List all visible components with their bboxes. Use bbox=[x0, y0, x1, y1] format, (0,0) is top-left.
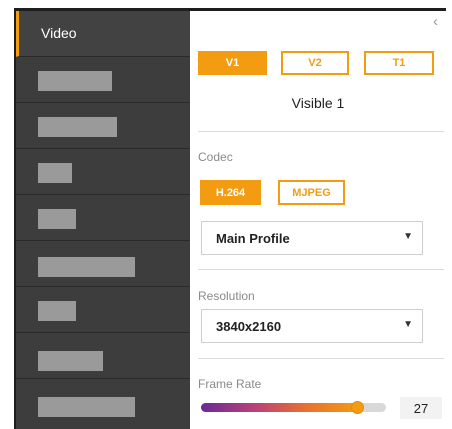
redacted-label bbox=[38, 209, 76, 229]
stream-caption: Visible 1 bbox=[291, 95, 345, 111]
redacted-label bbox=[38, 71, 112, 91]
redacted-label bbox=[38, 301, 76, 321]
redacted-label bbox=[38, 351, 103, 371]
profile-select[interactable]: Main Profile ▼ bbox=[201, 221, 423, 255]
codec-h264-label: H.264 bbox=[215, 186, 246, 199]
stream-v2-button[interactable]: V2 bbox=[281, 51, 349, 75]
divider bbox=[198, 358, 444, 359]
chevron-down-icon: ▼ bbox=[403, 231, 413, 242]
chevron-down-icon: ▼ bbox=[403, 319, 413, 330]
divider bbox=[198, 269, 444, 270]
codec-h264-button[interactable]: H.264 bbox=[200, 180, 261, 205]
codec-mjpeg-label: MJPEG bbox=[292, 186, 331, 199]
frame-rate-label: Frame Rate bbox=[198, 377, 262, 391]
codec-label: Codec bbox=[198, 150, 233, 164]
sidebar-item-redacted-3[interactable] bbox=[16, 149, 190, 195]
sidebar-item-redacted-1[interactable] bbox=[16, 57, 190, 103]
collapse-chevron-icon[interactable]: ‹ bbox=[433, 13, 438, 30]
sidebar-item-redacted-2[interactable] bbox=[16, 103, 190, 149]
stream-v1-label: V1 bbox=[225, 57, 240, 69]
sidebar-item-video[interactable]: Video bbox=[16, 11, 190, 57]
frame-rate-value-text: 27 bbox=[413, 400, 429, 416]
redacted-label bbox=[38, 117, 117, 137]
codec-mjpeg-button[interactable]: MJPEG bbox=[278, 180, 345, 205]
stream-v1-button[interactable]: V1 bbox=[198, 51, 267, 75]
stream-v2-label: V2 bbox=[308, 57, 322, 69]
redacted-label bbox=[38, 397, 135, 417]
sidebar-item-label: Video bbox=[41, 25, 77, 41]
sidebar: Video bbox=[16, 11, 190, 429]
sidebar-item-redacted-5[interactable] bbox=[16, 241, 190, 287]
resolution-select-value: 3840x2160 bbox=[216, 319, 282, 334]
sidebar-item-redacted-4[interactable] bbox=[16, 195, 190, 241]
frame-rate-slider-fill bbox=[201, 403, 358, 412]
redacted-label bbox=[38, 257, 135, 277]
frame-rate-slider-handle[interactable] bbox=[351, 401, 364, 414]
stream-t1-label: T1 bbox=[392, 57, 406, 69]
frame-rate-value: 27 bbox=[400, 397, 442, 419]
profile-select-value: Main Profile bbox=[216, 231, 290, 246]
video-settings-panel: ‹ V1 V2 T1 Visible 1 Codec H.264 MJPEG M… bbox=[190, 11, 446, 429]
resolution-select[interactable]: 3840x2160 ▼ bbox=[201, 309, 423, 343]
sidebar-item-redacted-7[interactable] bbox=[16, 333, 190, 379]
divider bbox=[198, 131, 444, 132]
resolution-label: Resolution bbox=[198, 289, 255, 303]
redacted-label bbox=[38, 163, 72, 183]
sidebar-item-redacted-8[interactable] bbox=[16, 379, 190, 425]
stream-t1-button[interactable]: T1 bbox=[364, 51, 434, 75]
sidebar-item-redacted-6[interactable] bbox=[16, 287, 190, 333]
